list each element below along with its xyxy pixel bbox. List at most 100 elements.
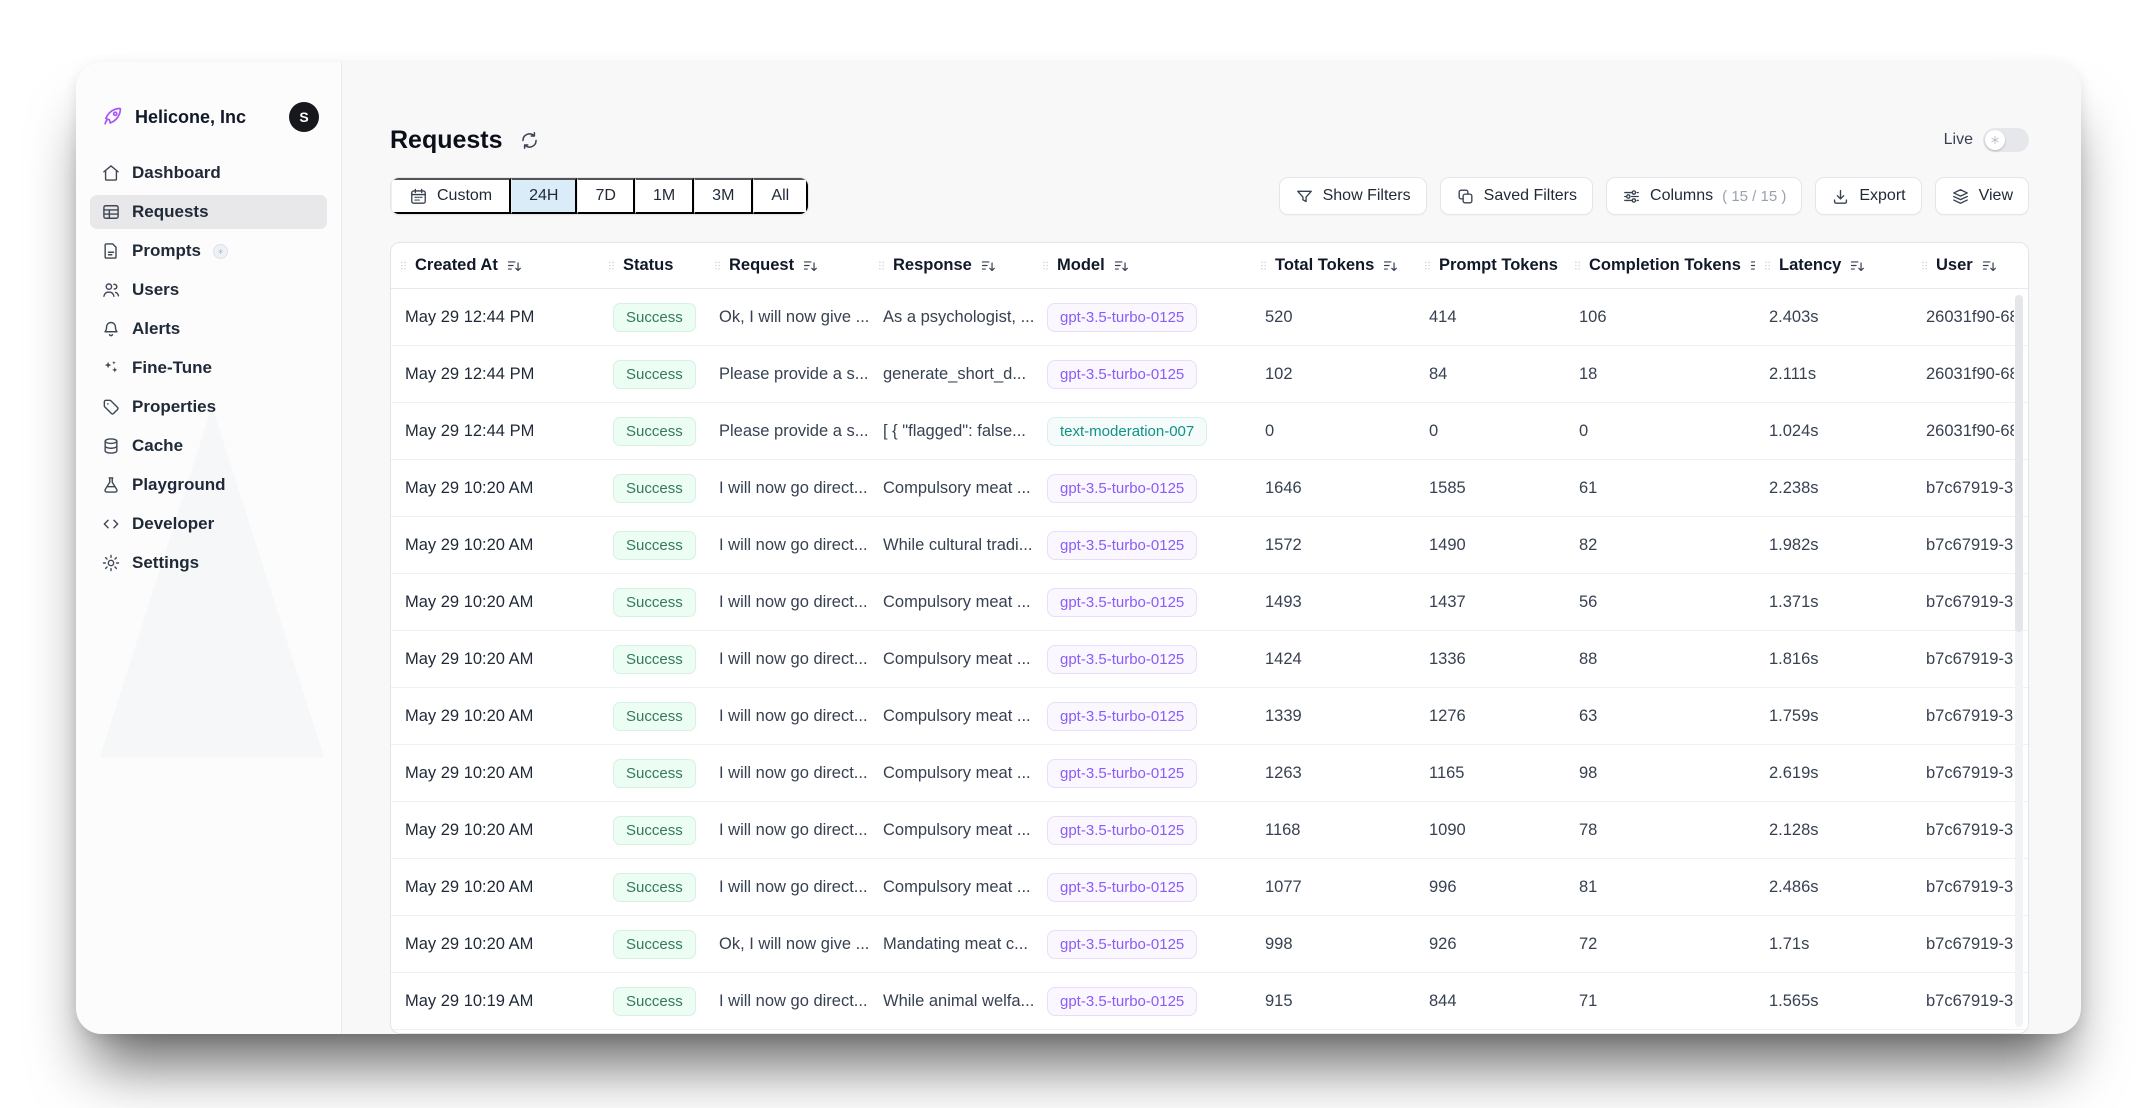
drag-handle-icon[interactable] [1571, 258, 1584, 273]
table-row[interactable]: May 29 10:20 AM Success I will now go di… [391, 631, 2028, 688]
column-header-total-tokens[interactable]: Total Tokens [1251, 256, 1415, 275]
cell-completion-tokens: 81 [1565, 878, 1755, 897]
beaker-icon [101, 475, 121, 495]
table-row[interactable]: May 29 12:44 PM Success Please provide a… [391, 403, 2028, 460]
funnel-icon [1295, 187, 1314, 206]
show-filters-button[interactable]: Show Filters [1279, 177, 1427, 215]
cell-latency: 2.403s [1755, 308, 1912, 327]
table-row[interactable]: May 29 12:44 PM Success Ok, I will now g… [391, 289, 2028, 346]
table-row[interactable]: May 29 10:20 AM Success Ok, I will now g… [391, 916, 2028, 973]
column-header-model[interactable]: Model [1033, 256, 1251, 275]
cell-completion-tokens: 61 [1565, 479, 1755, 498]
sort-icon[interactable] [1113, 257, 1130, 274]
table-actions: Show Filters Saved Filters Columns ( 15 … [1279, 177, 2029, 215]
table-row[interactable]: May 29 10:19 AM Success I will now go di… [391, 973, 2028, 1030]
cell-latency: 1.71s [1755, 935, 1912, 954]
table-row[interactable]: May 29 10:20 AM Success I will now go di… [391, 688, 2028, 745]
sidebar-item-label: Prompts [132, 241, 201, 261]
cell-created-at: May 29 10:19 AM [391, 992, 599, 1011]
page-header: Requests Live [390, 116, 2029, 164]
sidebar-item-users[interactable]: Users [90, 273, 327, 307]
sort-icon[interactable] [1382, 257, 1399, 274]
column-header-prompt-tokens[interactable]: Prompt Tokens [1415, 256, 1565, 275]
view-button[interactable]: View [1935, 177, 2029, 215]
columns-button[interactable]: Columns ( 15 / 15 ) [1606, 177, 1802, 215]
column-header-user[interactable]: User [1912, 256, 2014, 275]
time-range-custom[interactable]: Custom [391, 178, 511, 214]
live-toggle[interactable] [1983, 128, 2029, 152]
saved-filters-button[interactable]: Saved Filters [1440, 177, 1593, 215]
rocket-icon [100, 105, 124, 129]
sort-icon[interactable] [506, 257, 523, 274]
cell-user: b7c67919-35 [1912, 821, 2014, 840]
column-header-status[interactable]: Status [599, 256, 705, 275]
column-header-label: Created At [415, 256, 498, 275]
sidebar-item-playground[interactable]: Playground [90, 468, 327, 502]
cell-total-tokens: 1168 [1251, 821, 1415, 840]
sparkle-badge-icon [213, 244, 228, 259]
cell-created-at: May 29 12:44 PM [391, 365, 599, 384]
column-header-response[interactable]: Response [869, 256, 1033, 275]
sort-icon[interactable] [1981, 257, 1998, 274]
table-row[interactable]: May 29 10:20 AM Success I will now go di… [391, 517, 2028, 574]
table-row[interactable]: May 29 12:44 PM Success Please provide a… [391, 346, 2028, 403]
drag-handle-icon[interactable] [1421, 258, 1434, 273]
column-header-completion-tokens[interactable]: Completion Tokens [1565, 256, 1755, 275]
scrollbar-thumb[interactable] [2015, 295, 2023, 632]
org-switcher[interactable]: Helicone, Inc S [76, 62, 341, 148]
time-range-7d[interactable]: 7D [577, 178, 634, 214]
column-header-created-at[interactable]: Created At [391, 256, 599, 275]
table-row[interactable]: May 29 10:20 AM Success I will now go di… [391, 460, 2028, 517]
drag-handle-icon[interactable] [711, 258, 724, 273]
avatar[interactable]: S [289, 102, 319, 132]
drag-handle-icon[interactable] [875, 258, 888, 273]
cell-user: b7c67919-35 [1912, 935, 2014, 954]
cell-request: I will now go direct... [705, 536, 869, 555]
cell-completion-tokens: 82 [1565, 536, 1755, 555]
sidebar-item-alerts[interactable]: Alerts [90, 312, 327, 346]
table-row[interactable]: May 29 10:20 AM Success I will now go di… [391, 745, 2028, 802]
cell-model: gpt-3.5-turbo-0125 [1033, 930, 1251, 959]
vertical-scrollbar[interactable] [2015, 295, 2023, 1027]
status-badge: Success [613, 531, 696, 560]
cell-latency: 1.982s [1755, 536, 1912, 555]
table-row[interactable]: May 29 10:20 AM Success I will now go di… [391, 802, 2028, 859]
sidebar-item-requests[interactable]: Requests [90, 195, 327, 229]
model-badge: gpt-3.5-turbo-0125 [1047, 588, 1197, 617]
sort-icon[interactable] [1849, 257, 1866, 274]
sidebar-item-dashboard[interactable]: Dashboard [90, 156, 327, 190]
cell-model: gpt-3.5-turbo-0125 [1033, 816, 1251, 845]
time-range-1m[interactable]: 1M [635, 178, 694, 214]
export-button[interactable]: Export [1815, 177, 1921, 215]
refresh-icon[interactable] [519, 130, 540, 151]
sidebar-item-developer[interactable]: Developer [90, 507, 327, 541]
cell-response: As a psychologist, ... [869, 308, 1033, 327]
cell-total-tokens: 1424 [1251, 650, 1415, 669]
time-range-24h[interactable]: 24H [511, 178, 577, 214]
table-header-row: Created At Status Request Response [391, 243, 2028, 289]
table-row[interactable]: May 29 10:20 AM Success I will now go di… [391, 574, 2028, 631]
sidebar-item-properties[interactable]: Properties [90, 390, 327, 424]
drag-handle-icon[interactable] [605, 258, 618, 273]
column-header-request[interactable]: Request [705, 256, 869, 275]
cell-latency: 1.565s [1755, 992, 1912, 1011]
drag-handle-icon[interactable] [1257, 258, 1270, 273]
sidebar-item-fine-tune[interactable]: Fine-Tune [90, 351, 327, 385]
sidebar-item-settings[interactable]: Settings [90, 546, 327, 580]
time-range-all[interactable]: All [753, 178, 808, 214]
column-header-latency[interactable]: Latency [1755, 256, 1912, 275]
sort-icon[interactable] [980, 257, 997, 274]
drag-handle-icon[interactable] [397, 258, 410, 273]
cell-request: I will now go direct... [705, 593, 869, 612]
table-row[interactable]: May 29 10:20 AM Success I will now go di… [391, 859, 2028, 916]
time-range-3m[interactable]: 3M [694, 178, 753, 214]
drag-handle-icon[interactable] [1918, 258, 1931, 273]
sort-icon[interactable] [802, 257, 819, 274]
cell-request: I will now go direct... [705, 650, 869, 669]
cell-status: Success [599, 930, 705, 959]
drag-handle-icon[interactable] [1761, 258, 1774, 273]
sidebar-item-label: Properties [132, 397, 216, 417]
drag-handle-icon[interactable] [1039, 258, 1052, 273]
sidebar-item-cache[interactable]: Cache [90, 429, 327, 463]
sidebar-item-prompts[interactable]: Prompts [90, 234, 327, 268]
